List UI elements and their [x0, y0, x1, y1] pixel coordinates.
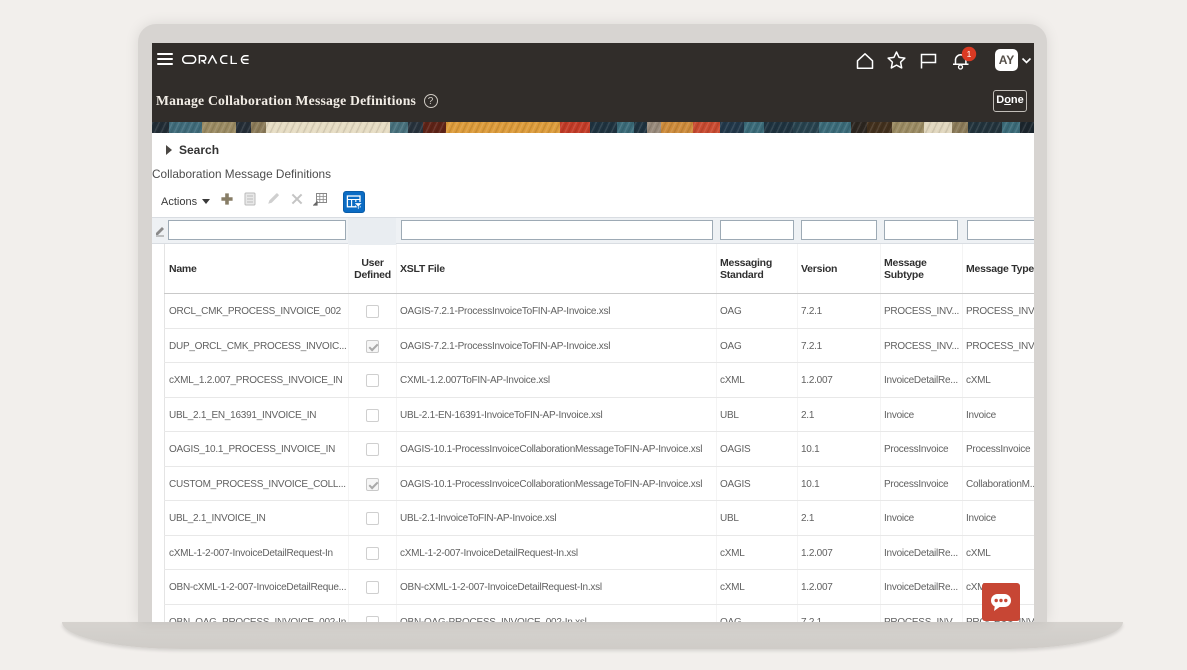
svg-text:1: 1 [967, 49, 972, 59]
